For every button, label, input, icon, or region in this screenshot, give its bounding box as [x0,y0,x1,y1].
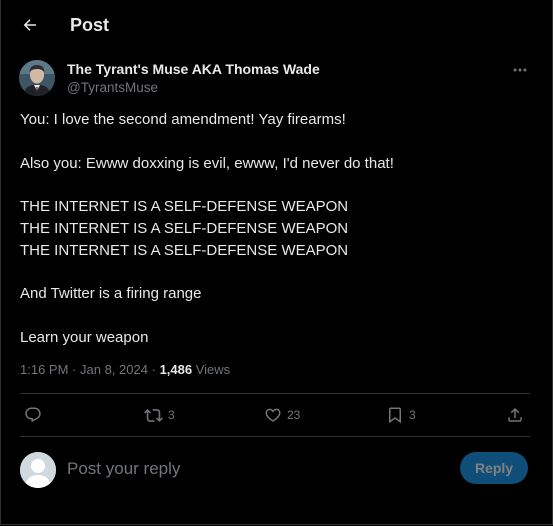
post-line: Learn your weapon [20,328,149,346]
back-button[interactable] [17,12,43,38]
post-time[interactable]: 1:16 PM [20,362,68,377]
post-line: THE INTERNET IS A SELF-DEFENSE WEAPON [20,241,349,259]
post-meta: 1:16 PM · Jan 8, 2024 · 1,486 Views [20,362,230,377]
post-line: You: I love the second amendment! Yay fi… [20,111,346,128]
reply-action-button[interactable] [24,404,47,426]
arrow-left-icon [23,19,36,31]
reply-button[interactable]: Reply [460,452,528,484]
author-handle[interactable]: @TyrantsMuse [67,80,158,95]
post-line [20,131,530,153]
meta-separator: · [151,362,156,377]
reply-input[interactable] [67,455,437,483]
post-line: THE INTERNET IS A SELF-DEFENSE WEAPON [20,198,349,216]
share-icon [508,407,522,422]
share-action-button[interactable] [506,404,524,426]
repost-action-button[interactable]: 3 [144,404,175,426]
reply-icon [25,407,41,423]
post-line [20,305,530,327]
post-text: You: I love the second amendment! Yay fi… [20,109,530,349]
author-name[interactable]: The Tyrant's Muse AKA Thomas Wade [67,61,320,77]
page-title: Post [70,15,110,35]
views-count: 1,486 [159,362,193,377]
bookmark-action-button[interactable]: 3 [386,404,416,426]
post-date[interactable]: Jan 8, 2024 [80,362,148,377]
divider [20,436,530,437]
header: Post [1,0,552,52]
repost-icon [144,408,163,422]
like-count: 23 [287,408,301,422]
post-line [20,174,530,196]
post-line [20,262,530,284]
post-line: And Twitter is a firing range [20,285,202,303]
meta-separator: · [72,362,77,377]
post-detail-panel: Post The Tyrant's Muse AKA Thomas Wade @… [0,0,553,525]
avatar[interactable] [19,60,55,96]
post-line: THE INTERNET IS A SELF-DEFENSE WEAPON [20,219,349,237]
more-horizontal-icon [513,68,527,72]
views-label: Views [195,362,231,377]
avatar-portrait [19,60,55,96]
post-line: Also you: Ewww doxxing is evil, ewww, I'… [20,154,394,172]
divider [20,393,530,394]
more-options-button[interactable] [507,60,533,80]
default-avatar-icon [20,452,56,488]
bookmark-count: 3 [409,408,416,422]
repost-count: 3 [168,408,175,422]
reply-avatar[interactable] [20,452,56,488]
bookmark-icon [389,407,401,424]
like-action-button[interactable]: 23 [264,404,300,426]
heart-icon [265,408,281,422]
